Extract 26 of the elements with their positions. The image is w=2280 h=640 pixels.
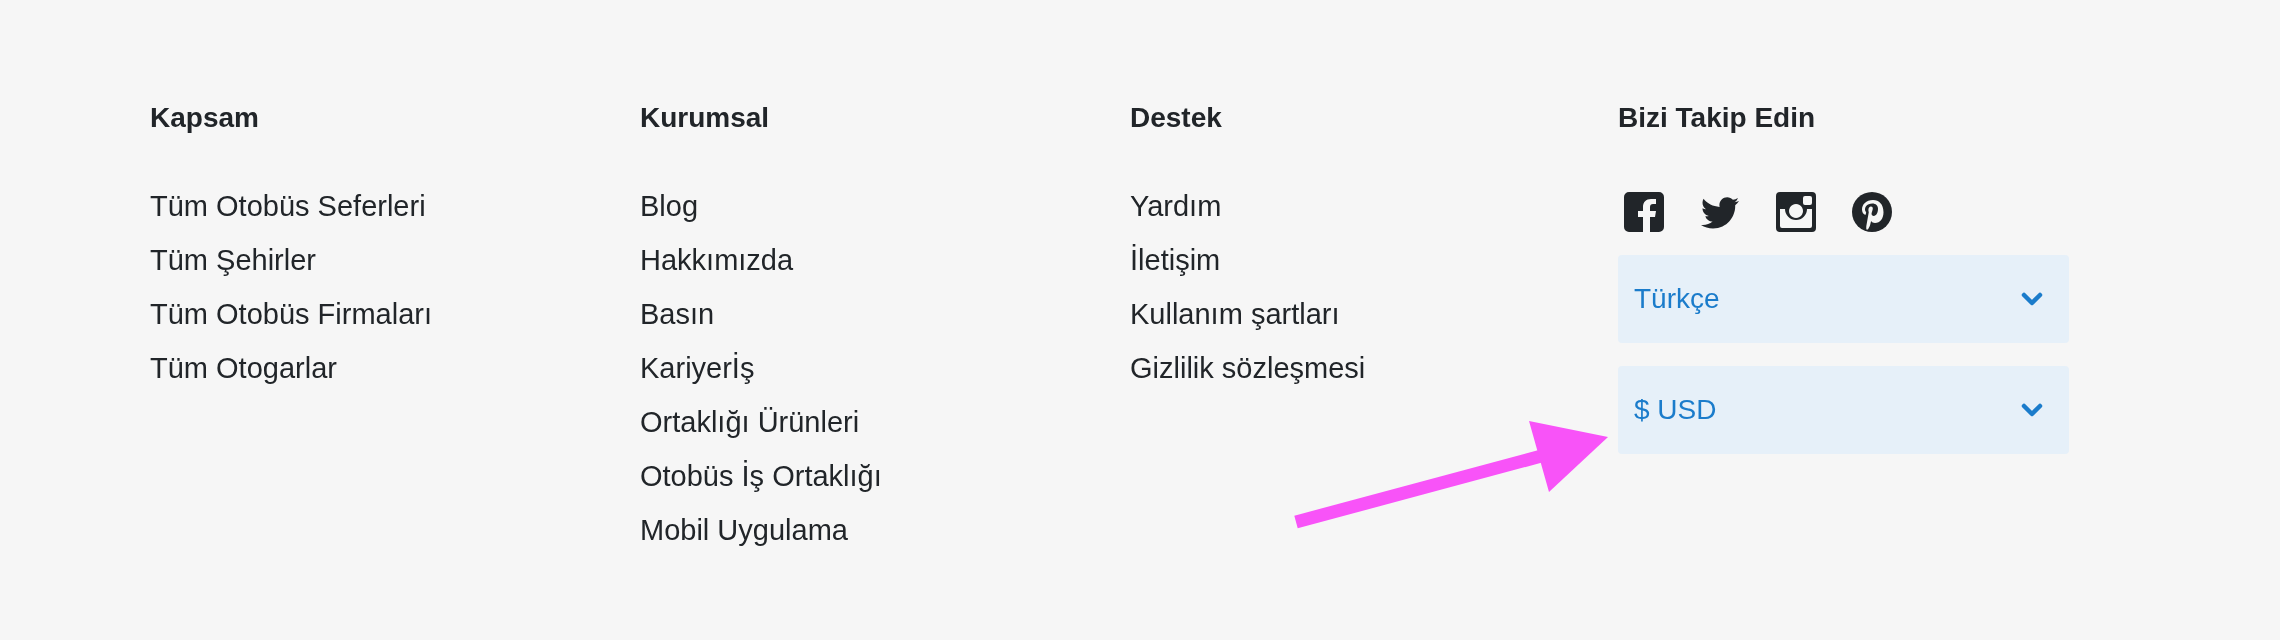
chevron-down-icon (2021, 402, 2043, 418)
instagram-icon[interactable] (1776, 192, 1816, 232)
footer-link[interactable]: Kariyerİş (640, 341, 755, 395)
dropdown[interactable]: $ USD (1618, 366, 2069, 454)
footer-link[interactable]: Tüm Otobüs Seferleri (150, 179, 426, 233)
footer-link[interactable]: Tüm Otogarlar (150, 341, 337, 395)
footer-link[interactable]: Tüm Şehirler (150, 233, 316, 287)
footer-link[interactable]: Yardım (1130, 179, 1222, 233)
column-heading: Kapsam (150, 101, 260, 135)
footer-link[interactable]: Basın (640, 287, 715, 341)
footer-link[interactable]: İletişim (1130, 233, 1221, 287)
facebook-icon[interactable] (1624, 192, 1664, 232)
footer-link[interactable]: Ortaklığı Ürünleri (640, 395, 860, 449)
column-heading: Kurumsal (640, 101, 771, 135)
footer-link[interactable]: Hakkımızda (640, 233, 794, 287)
dropdown[interactable]: Türkçe (1618, 255, 2069, 343)
column-heading: Destek (1130, 101, 1223, 135)
pinterest-icon[interactable] (1852, 192, 1892, 232)
footer-link[interactable]: Tüm Otobüs Firmaları (150, 287, 432, 341)
footer-link[interactable]: Blog (640, 179, 699, 233)
footer-link[interactable]: Otobüs İş Ortaklığı (640, 449, 882, 503)
footer-link[interactable]: Gizlilik sözleşmesi (1130, 341, 1366, 395)
column-heading: Bizi Takip Edin (1618, 101, 1817, 135)
footer-link[interactable]: Mobil Uygulama (640, 503, 848, 557)
chevron-down-icon (2021, 291, 2043, 307)
footer-link[interactable]: Kullanım şartları (1130, 287, 1340, 341)
